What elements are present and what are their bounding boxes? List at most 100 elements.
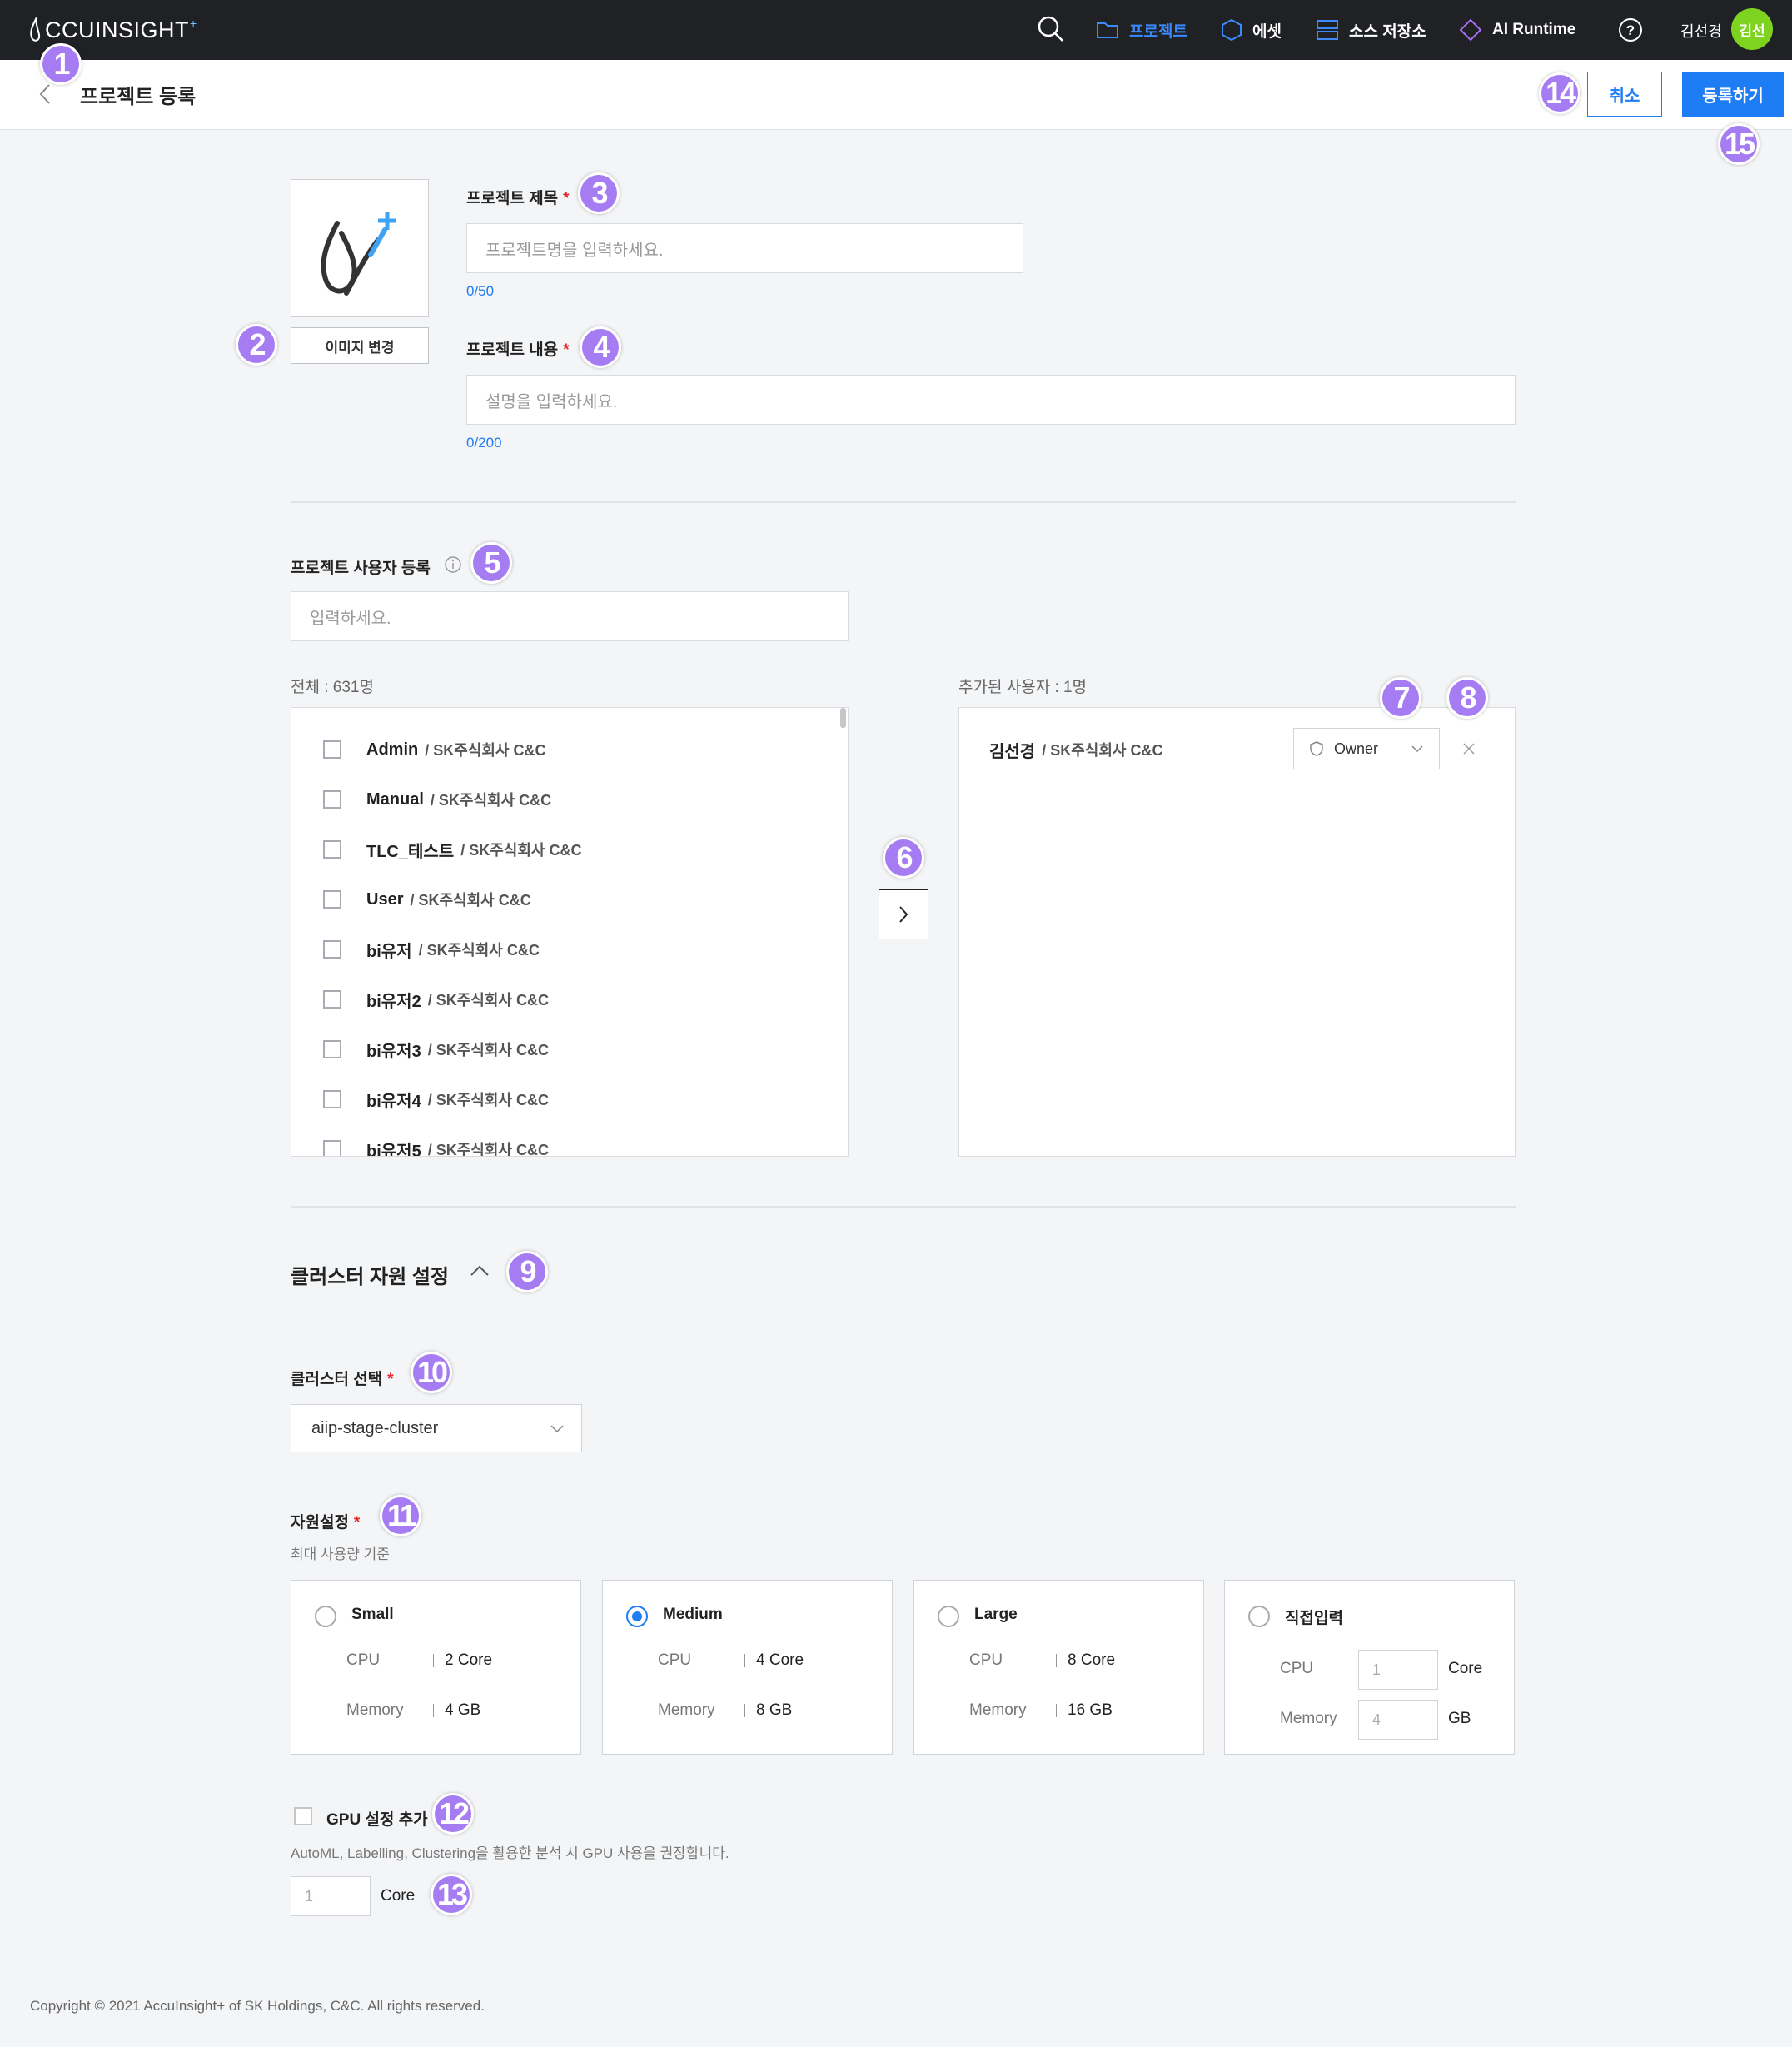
resource-hint: 최대 사용량 기준 [291, 1546, 390, 1562]
project-title-placeholder: 프로젝트명을 입력하세요. [485, 241, 664, 260]
list-item[interactable]: bi유저5 / SK주식회사 C&C [323, 1137, 549, 1156]
list-item[interactable]: User / SK주식회사 C&C [323, 887, 531, 912]
list-item[interactable]: bi유저3 / SK주식회사 C&C [323, 1037, 549, 1062]
custom-memory-input[interactable]: 4 [1358, 1700, 1438, 1740]
user-org: / SK주식회사 C&C [427, 1042, 549, 1058]
info-icon[interactable] [444, 555, 462, 578]
project-users-label: 프로젝트 사용자 등록 [291, 560, 431, 577]
resource-card-small[interactable]: Small CPU 2 Core Memory 4 GB [291, 1580, 581, 1755]
nav-source-repo[interactable]: 소스 저장소 [1316, 0, 1426, 60]
list-item[interactable]: Admin / SK주식회사 C&C [323, 737, 545, 762]
list-item[interactable]: bi유저 / SK주식회사 C&C [323, 937, 540, 962]
added-user-org: / SK주식회사 C&C [1042, 742, 1163, 759]
shield-icon [1310, 741, 1323, 756]
required-mark: * [563, 190, 570, 207]
add-user-button[interactable] [879, 889, 928, 939]
submit-button[interactable]: 등록하기 [1682, 72, 1784, 117]
marker-11: 11 [380, 1495, 421, 1536]
app-logo[interactable]: CCUINSIGHT + [28, 13, 197, 47]
checkbox[interactable] [323, 890, 341, 909]
remove-user-icon[interactable] [1461, 740, 1477, 761]
custom-cpu-value: 1 [1372, 1661, 1381, 1678]
user-org: / SK주식회사 C&C [427, 1092, 549, 1108]
cluster-select[interactable]: aiip-stage-cluster [291, 1404, 582, 1452]
cancel-button[interactable]: 취소 [1587, 72, 1662, 117]
list-item[interactable]: bi유저2 / SK주식회사 C&C [323, 987, 549, 1012]
required-mark: * [387, 1371, 394, 1388]
user-org: / SK주식회사 C&C [418, 942, 540, 959]
divider [1056, 1704, 1057, 1717]
gpu-checkbox[interactable] [294, 1807, 312, 1825]
marker-13: 13 [431, 1874, 472, 1915]
custom-cpu-input[interactable]: 1 [1358, 1650, 1438, 1690]
marker-10: 10 [411, 1352, 452, 1393]
cluster-select-label: 클러스터 선택 * [291, 1367, 394, 1389]
list-item[interactable]: bi유저4 / SK주식회사 C&C [323, 1087, 549, 1112]
radio-custom[interactable] [1248, 1606, 1270, 1627]
memory-label: Memory [658, 1701, 715, 1719]
marker-1: 1 [40, 43, 82, 85]
added-user-item: 김선경 / SK주식회사 C&C [989, 737, 1162, 762]
project-desc-label-text: 프로젝트 내용 [466, 341, 559, 359]
project-desc-input[interactable]: 설명을 입력하세요. [466, 375, 1516, 425]
cluster-select-label-text: 클러스터 선택 [291, 1371, 383, 1388]
scrollbar[interactable] [840, 708, 846, 728]
checkbox[interactable] [323, 840, 341, 859]
resource-card-custom[interactable]: 직접입력 CPU 1 Core Memory 4 GB [1224, 1580, 1515, 1755]
checkbox[interactable] [323, 1040, 341, 1058]
checkbox[interactable] [323, 1090, 341, 1108]
checkbox[interactable] [323, 790, 341, 809]
radio-large[interactable] [938, 1606, 959, 1627]
radio-small[interactable] [315, 1606, 336, 1627]
marker-4: 4 [580, 326, 621, 368]
change-image-button[interactable]: 이미지 변경 [291, 327, 429, 364]
resource-card-large[interactable]: Large CPU 8 Core Memory 16 GB [913, 1580, 1204, 1755]
project-title-counter: 0/50 [466, 283, 495, 299]
cpu-value: 2 Core [445, 1651, 493, 1669]
user-name: TLC_테스트 [366, 842, 455, 861]
back-arrow-icon[interactable] [37, 82, 53, 111]
nav-project[interactable]: 프로젝트 [1096, 0, 1187, 60]
user-search-input[interactable]: 입력하세요. [291, 591, 849, 641]
gpu-label: GPU 설정 추가 [326, 1811, 428, 1829]
role-select[interactable]: Owner [1293, 728, 1440, 769]
user-org: / SK주식회사 C&C [427, 992, 549, 1009]
checkbox[interactable] [323, 740, 341, 759]
resource-label-text: 자원설정 [291, 1514, 349, 1532]
chevron-up-icon[interactable] [468, 1263, 491, 1283]
memory-label: Memory [346, 1701, 404, 1719]
project-image [291, 179, 429, 317]
user-name[interactable]: 김선경 [1680, 20, 1722, 42]
user-list[interactable]: Admin / SK주식회사 C&C Manual / SK주식회사 C&C TLC… [291, 707, 849, 1157]
section-divider [291, 1206, 1516, 1208]
search-icon[interactable] [1037, 15, 1065, 47]
marker-15: 15 [1718, 123, 1760, 165]
nav-ai-runtime[interactable]: AI Runtime [1459, 0, 1575, 60]
checkbox[interactable] [323, 990, 341, 1009]
user-name: bi유저3 [366, 1042, 421, 1061]
resource-title: Medium [663, 1606, 723, 1623]
resource-card-medium[interactable]: Medium CPU 4 Core Memory 8 GB [602, 1580, 893, 1755]
list-item[interactable]: Manual / SK주식회사 C&C [323, 787, 551, 812]
project-desc-counter: 0/200 [466, 435, 502, 451]
section-divider [291, 501, 1516, 503]
cpu-label: CPU [969, 1651, 1003, 1669]
project-title-label: 프로젝트 제목 * [466, 186, 570, 208]
help-icon[interactable]: ? [1617, 17, 1644, 47]
divider [433, 1704, 434, 1717]
checkbox[interactable] [323, 1140, 341, 1156]
gpu-core-input[interactable]: 1 [291, 1876, 371, 1916]
added-user-name: 김선경 [989, 742, 1036, 761]
top-navigation-bar: CCUINSIGHT + 프로젝트 에셋 소스 저장소 AI Runtime ? … [0, 0, 1792, 60]
list-item[interactable]: TLC_테스트 / SK주식회사 C&C [323, 837, 581, 862]
avatar[interactable]: 김선 [1731, 8, 1773, 50]
cpu-unit: Core [1448, 1660, 1483, 1677]
memory-unit: GB [1448, 1710, 1471, 1727]
cluster-section-title: 클러스터 자원 설정 [291, 1266, 449, 1288]
checkbox[interactable] [323, 940, 341, 959]
nav-asset[interactable]: 에셋 [1221, 0, 1282, 60]
project-title-input[interactable]: 프로젝트명을 입력하세요. [466, 223, 1023, 273]
total-users-caption: 전체 : 631명 [291, 679, 374, 696]
radio-medium[interactable] [626, 1606, 648, 1627]
divider [1056, 1654, 1057, 1667]
